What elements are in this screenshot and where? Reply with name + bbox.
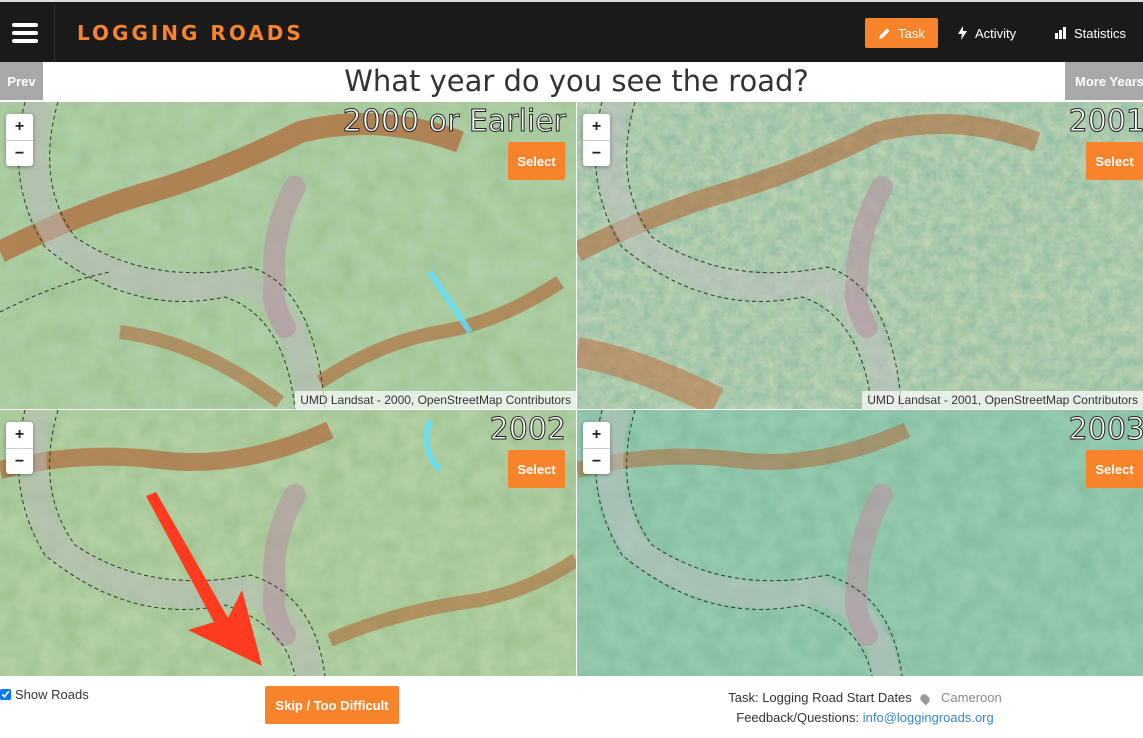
navbar-divider: [54, 4, 55, 62]
map-panel-2001[interactable]: + − 2001 Select UMD Landsat - 2001, Open…: [577, 102, 1143, 409]
nav-activity-button[interactable]: Activity: [945, 18, 1028, 48]
nav-statistics-button[interactable]: Statistics: [1042, 18, 1138, 48]
zoom-out-button[interactable]: −: [6, 140, 33, 166]
zoom-out-button[interactable]: −: [583, 448, 610, 474]
show-roads-toggle[interactable]: Show Roads: [0, 687, 89, 702]
map-panel-2000[interactable]: + − 2000 or Earlier Select UMD Landsat -…: [0, 102, 576, 409]
map-attribution: UMD Landsat - 2001, OpenStreetMap Contri…: [862, 391, 1143, 409]
hamburger-menu-icon[interactable]: [12, 23, 38, 43]
title-row: What year do you see the road? Prev More…: [0, 62, 1143, 102]
show-roads-label: Show Roads: [15, 687, 89, 702]
pencil-icon: [879, 28, 890, 39]
zoom-in-button[interactable]: +: [583, 422, 610, 448]
select-button[interactable]: Select: [508, 142, 565, 180]
feedback-email-link[interactable]: info@loggingroads.org: [863, 710, 994, 725]
satellite-imagery[interactable]: [0, 102, 576, 409]
satellite-imagery[interactable]: [577, 410, 1143, 676]
select-button[interactable]: Select: [1086, 450, 1143, 488]
zoom-control: + −: [6, 422, 33, 474]
zoom-in-button[interactable]: +: [583, 114, 610, 140]
brand-logo[interactable]: LOGGING ROADS: [77, 21, 304, 45]
page-question: What year do you see the road?: [344, 64, 809, 98]
zoom-out-button[interactable]: −: [6, 448, 33, 474]
skip-button[interactable]: Skip / Too Difficult: [265, 686, 399, 724]
task-info: Task: Logging Road Start Dates Cameroon …: [700, 688, 1030, 728]
satellite-imagery[interactable]: [0, 410, 576, 676]
nav-task-label: Task: [898, 25, 925, 41]
zoom-control: + −: [583, 422, 610, 474]
zoom-in-button[interactable]: +: [6, 422, 33, 448]
year-label: 2002: [489, 412, 566, 448]
map-pin-icon: [919, 692, 932, 705]
nav-activity-label: Activity: [975, 25, 1017, 41]
satellite-imagery[interactable]: [577, 102, 1143, 409]
zoom-control: + −: [6, 114, 33, 166]
lightning-icon: [958, 26, 967, 40]
select-button[interactable]: Select: [508, 450, 565, 488]
nav-task-button[interactable]: Task: [865, 18, 938, 48]
bar-chart-icon: [1055, 27, 1066, 39]
feedback-text: Feedback/Questions:: [736, 710, 860, 725]
show-roads-checkbox[interactable]: [0, 689, 11, 700]
map-panel-2002[interactable]: + − 2002 Select: [0, 410, 576, 676]
task-text: Task: Logging Road Start Dates: [728, 690, 912, 705]
more-years-button[interactable]: More Years: [1065, 62, 1143, 100]
prev-button[interactable]: Prev: [0, 62, 43, 100]
map-attribution: UMD Landsat - 2000, OpenStreetMap Contri…: [295, 391, 576, 409]
zoom-in-button[interactable]: +: [6, 114, 33, 140]
zoom-control: + −: [583, 114, 610, 166]
year-label: 2000 or Earlier: [342, 104, 566, 140]
footer: Show Roads Skip / Too Difficult Task: Lo…: [0, 676, 1143, 738]
map-panel-2003[interactable]: + − 2003 Select: [577, 410, 1143, 676]
task-location: Cameroon: [941, 690, 1002, 705]
year-label: 2003: [1068, 412, 1143, 448]
zoom-out-button[interactable]: −: [583, 140, 610, 166]
nav-statistics-label: Statistics: [1074, 25, 1127, 41]
top-navbar: LOGGING ROADS Task Activity Statistics: [0, 0, 1143, 62]
year-label: 2001: [1068, 104, 1143, 140]
select-button[interactable]: Select: [1086, 142, 1143, 180]
